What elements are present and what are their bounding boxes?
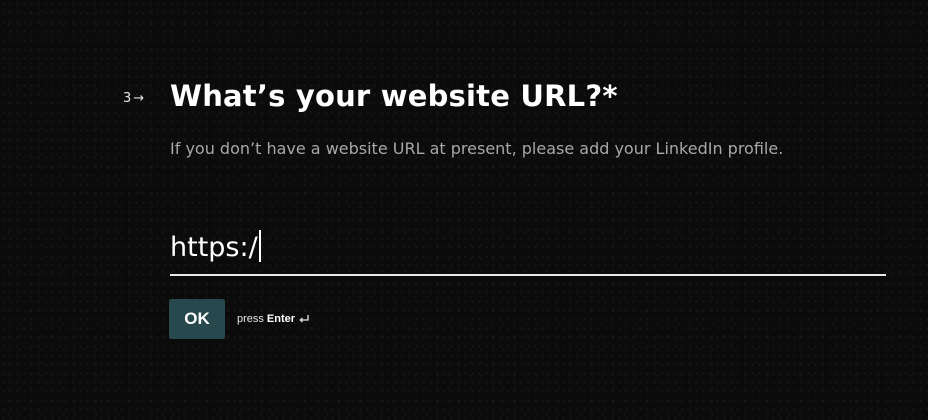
enter-key-label: Enter xyxy=(266,313,296,325)
arrow-right-icon: → xyxy=(133,91,145,106)
ok-button[interactable]: OK xyxy=(169,299,225,339)
enter-return-icon xyxy=(299,315,309,323)
question-description: If you don’t have a website URL at prese… xyxy=(170,139,784,158)
press-enter-hint: press Enter xyxy=(237,313,310,325)
question-number: 3 → xyxy=(123,91,144,106)
question-title: What’s your website URL?* xyxy=(170,79,618,113)
question-number-value: 3 xyxy=(123,91,132,106)
ok-button-label: OK xyxy=(184,309,210,328)
submit-row: OK press Enter xyxy=(169,299,310,339)
question-block: 3 → What’s your website URL?* If you don… xyxy=(0,0,928,420)
text-caret xyxy=(258,230,261,262)
url-input-value-wrap[interactable]: https:/ xyxy=(170,230,261,263)
website-url-input[interactable]: https:/ xyxy=(170,228,886,276)
required-asterisk: * xyxy=(602,79,618,113)
question-title-text: What’s your website URL? xyxy=(170,79,603,113)
press-label: press xyxy=(237,313,264,325)
url-input-value[interactable]: https:/ xyxy=(170,232,258,263)
